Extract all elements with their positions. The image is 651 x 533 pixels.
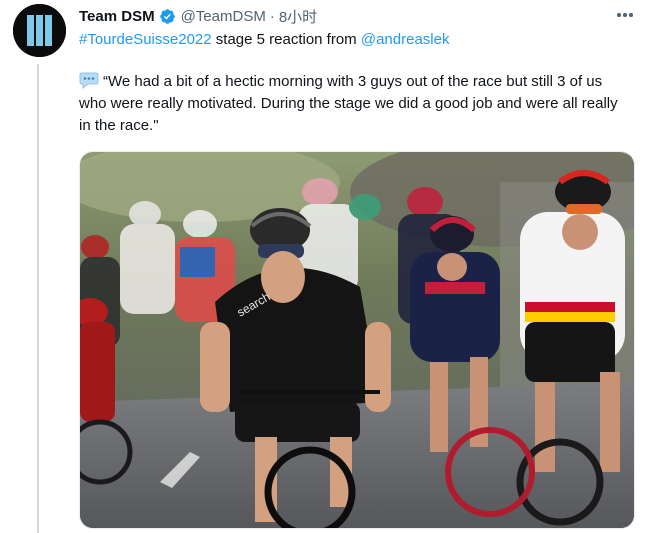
tweet[interactable]: Team DSM @TeamDSM · 8小时 #TourdeSuisse202… (0, 0, 651, 533)
mention-link[interactable]: @andreaslek (361, 31, 450, 48)
tweet-body: “We had a bit of a hectic morning with 3… (79, 71, 619, 137)
quote-text: “We had a bit of a hectic morning with 3… (79, 73, 618, 134)
handle[interactable]: @TeamDSM (181, 8, 266, 25)
speech-balloon-icon (79, 72, 99, 89)
verified-badge-icon (159, 8, 175, 24)
separator-dot: · (269, 7, 275, 25)
avatar[interactable] (13, 4, 66, 57)
cycling-photo-image: search (80, 152, 634, 528)
display-name[interactable]: Team DSM (79, 8, 155, 25)
tweet-header: Team DSM @TeamDSM · 8小时 (79, 6, 317, 26)
tweet-photo[interactable]: search (79, 151, 635, 529)
more-options-icon[interactable] (612, 6, 638, 24)
subline-text: stage 5 reaction from (211, 31, 361, 48)
thread-line (37, 64, 39, 533)
team-dsm-logo (13, 4, 66, 57)
tweet-subline: #TourdeSuisse2022 stage 5 reaction from … (79, 30, 449, 50)
hashtag-link[interactable]: #TourdeSuisse2022 (79, 31, 212, 48)
timestamp[interactable]: 8小时 (279, 6, 317, 27)
